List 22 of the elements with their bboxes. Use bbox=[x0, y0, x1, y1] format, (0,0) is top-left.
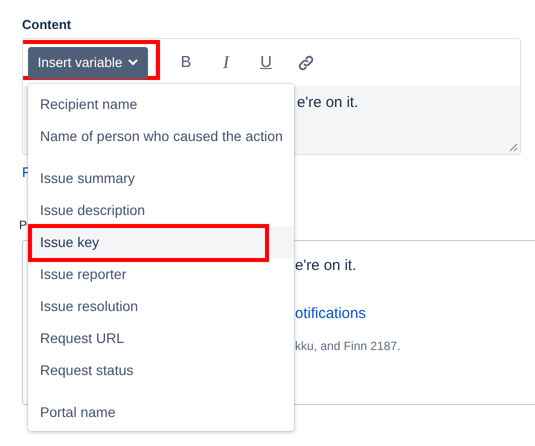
menu-item[interactable]: Name of person who caused the action bbox=[28, 120, 294, 152]
link-icon bbox=[297, 54, 315, 72]
menu-item[interactable]: Issue resolution bbox=[28, 290, 294, 322]
menu-item[interactable]: Issue reporter bbox=[28, 258, 294, 290]
menu-item[interactable]: Portal name bbox=[28, 396, 294, 428]
resize-handle-icon bbox=[509, 143, 518, 152]
menu-item[interactable]: Issue description bbox=[28, 194, 294, 226]
preview-link[interactable]: otifications bbox=[295, 305, 366, 323]
field-label: P bbox=[19, 217, 28, 233]
bold-button[interactable]: B bbox=[166, 46, 206, 78]
menu-item[interactable]: Issue summary bbox=[28, 162, 294, 194]
underline-button[interactable]: U bbox=[246, 46, 286, 78]
menu-item[interactable]: Request URL bbox=[28, 322, 294, 354]
insert-variable-button[interactable]: Insert variable bbox=[28, 46, 148, 78]
italic-button[interactable]: I bbox=[206, 46, 246, 78]
preview-text: e're on it. bbox=[295, 257, 356, 275]
editor-text: e're on it. bbox=[297, 94, 358, 111]
menu-item[interactable]: Recipient name bbox=[28, 88, 294, 120]
menu-item[interactable]: Request status bbox=[28, 354, 294, 386]
field-label: Content bbox=[22, 16, 72, 32]
chevron-down-icon bbox=[128, 58, 138, 66]
footer-text: kku, and Finn 2187. bbox=[295, 339, 400, 353]
